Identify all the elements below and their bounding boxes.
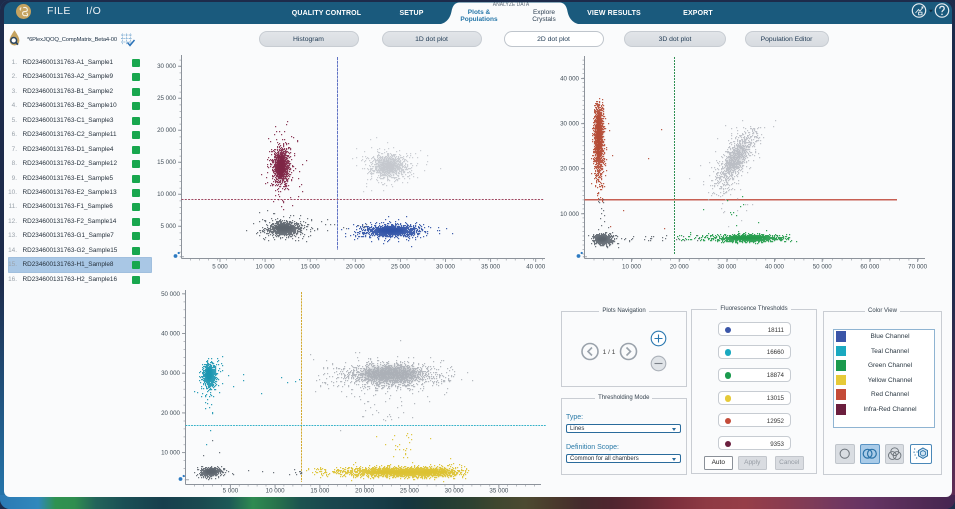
svg-text:20 000: 20 000 (670, 264, 689, 271)
svg-text:40 000: 40 000 (526, 264, 545, 271)
svg-text:30 000: 30 000 (717, 264, 736, 271)
svg-text:30 000: 30 000 (157, 63, 176, 70)
svg-text:40 000: 40 000 (765, 264, 784, 271)
svg-text:10 000: 10 000 (256, 264, 275, 271)
svg-text:50 000: 50 000 (813, 264, 832, 271)
svg-text:20 000: 20 000 (161, 410, 180, 417)
svg-text:15 000: 15 000 (301, 264, 320, 271)
svg-text:30 000: 30 000 (436, 264, 455, 271)
svg-text:35 000: 35 000 (489, 488, 508, 495)
svg-text:60 000: 60 000 (860, 264, 879, 271)
svg-text:25 000: 25 000 (400, 488, 419, 495)
svg-text:10 000: 10 000 (161, 450, 180, 457)
svg-text:10 000: 10 000 (266, 488, 285, 495)
svg-text:40 000: 40 000 (560, 76, 579, 83)
svg-text:10 000: 10 000 (157, 191, 176, 198)
svg-text:20 000: 20 000 (560, 166, 579, 173)
svg-text:25 000: 25 000 (157, 95, 176, 102)
svg-text:5 000: 5 000 (212, 264, 228, 271)
svg-text:15 000: 15 000 (157, 159, 176, 166)
svg-text:50 000: 50 000 (161, 291, 180, 298)
svg-text:35 000: 35 000 (481, 264, 500, 271)
svg-text:15 000: 15 000 (310, 488, 329, 495)
svg-text:30 000: 30 000 (445, 488, 464, 495)
svg-text:70 000: 70 000 (908, 264, 927, 271)
svg-text:40 000: 40 000 (161, 331, 180, 338)
svg-text:30 000: 30 000 (161, 370, 180, 377)
svg-text:20 000: 20 000 (355, 488, 374, 495)
svg-text:25 000: 25 000 (391, 264, 410, 271)
svg-text:10 000: 10 000 (622, 264, 641, 271)
svg-text:1 / 1: 1 / 1 (603, 349, 616, 356)
svg-text:5 000: 5 000 (161, 223, 177, 230)
svg-text:30 000: 30 000 (560, 121, 579, 128)
svg-text:10 000: 10 000 (560, 211, 579, 218)
svg-text:20 000: 20 000 (346, 264, 365, 271)
svg-text:5 000: 5 000 (223, 488, 239, 495)
svg-text:20 000: 20 000 (157, 127, 176, 134)
